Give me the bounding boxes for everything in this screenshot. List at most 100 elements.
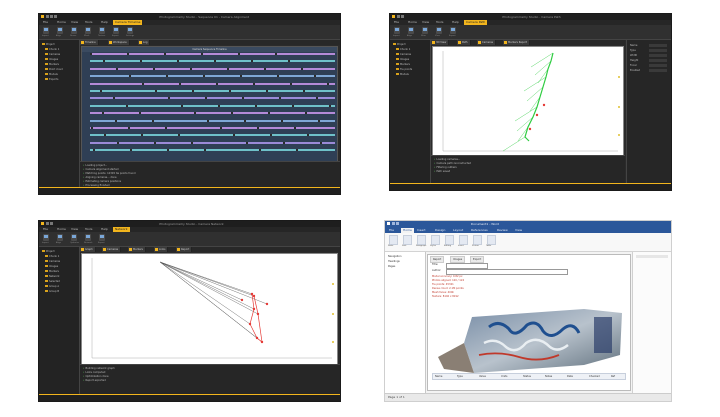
save-icon[interactable] (46, 15, 49, 18)
ribbon-button-view[interactable] (436, 27, 442, 34)
table-header-value[interactable]: Value (479, 374, 486, 379)
document-page[interactable]: Report Images Export Title: Author: Model … (427, 254, 631, 391)
table-header-name[interactable]: Name (435, 374, 442, 379)
ribbon-button-align[interactable] (408, 27, 414, 34)
tree-item-images[interactable]: Images (45, 265, 58, 268)
ribbon-button-optimize[interactable] (71, 234, 77, 241)
doc-tab-markers[interactable]: Markers (128, 247, 146, 252)
ribbon-button-import[interactable] (43, 234, 49, 241)
author-input[interactable] (446, 269, 568, 275)
tree-item-markers[interactable]: Markers (45, 270, 59, 273)
save-icon[interactable] (397, 15, 400, 18)
tree-item-project[interactable]: Project (42, 250, 55, 253)
tree-item-project[interactable]: Project (393, 43, 406, 46)
ribbon-button-export[interactable] (113, 27, 119, 34)
network-node[interactable] (240, 298, 244, 302)
table-header-type[interactable]: Type (457, 374, 463, 379)
doc-tab-cameras[interactable]: Cameras (477, 40, 497, 45)
ribbon-button-filter[interactable] (422, 27, 428, 34)
network-node[interactable] (265, 302, 269, 306)
ribbon-button-paste[interactable] (389, 235, 398, 245)
undo-icon[interactable] (396, 222, 399, 225)
tree-item-network[interactable]: Network (45, 275, 59, 278)
tree-item-point-cloud[interactable]: Point cloud (45, 68, 63, 71)
doc-tab-3d-view[interactable]: 3D View (431, 40, 450, 45)
nav-item-pages[interactable]: Pages (388, 265, 395, 268)
network-node[interactable] (256, 312, 260, 316)
ribbon-button-table[interactable] (487, 235, 496, 245)
doc-tab-workspace[interactable]: Workspace (108, 40, 130, 45)
timeline-view[interactable]: Camera Sequence Timeline (81, 46, 338, 162)
tree-item-models[interactable]: Models (396, 73, 409, 76)
table-header-date[interactable]: Date (567, 374, 573, 379)
tree-item-chunk-1[interactable]: Chunk 1 (45, 48, 59, 51)
property-value[interactable] (649, 54, 667, 57)
doc-tab-report[interactable]: Report (176, 247, 193, 252)
doc-tab-path[interactable]: Path (457, 40, 471, 45)
tree-item-cameras[interactable]: Cameras (45, 260, 60, 263)
network-node[interactable] (250, 292, 254, 296)
doc-tab-markers-report[interactable]: Markers Report (503, 40, 531, 45)
tree-item-models[interactable]: Models (45, 73, 58, 76)
undo-icon[interactable] (50, 15, 53, 18)
ribbon-button-mesh[interactable] (85, 27, 91, 34)
undo-icon[interactable] (50, 222, 53, 225)
doc-tab-cameras[interactable]: Cameras (102, 247, 122, 252)
ribbon-button-export[interactable] (450, 27, 456, 34)
tree-item-markers[interactable]: Markers (396, 63, 410, 66)
property-value[interactable] (649, 44, 667, 47)
redo-icon[interactable] (54, 15, 57, 18)
save-icon[interactable] (392, 222, 395, 225)
table-header-units[interactable]: Units (501, 374, 507, 379)
network-node[interactable] (248, 322, 252, 326)
ribbon-button-texture[interactable] (99, 27, 105, 34)
tree-item-cameras[interactable]: Cameras (396, 53, 411, 56)
ribbon-button-font[interactable] (403, 235, 412, 245)
doc-tab-export[interactable]: Export (470, 256, 485, 263)
tree-item-images[interactable]: Images (396, 58, 409, 61)
network-view[interactable] (81, 253, 338, 365)
tree-item-project[interactable]: Project (42, 43, 55, 46)
tree-item-cameras[interactable]: Cameras (45, 53, 60, 56)
doc-tab-timeline[interactable]: Timeline (80, 40, 99, 45)
undo-icon[interactable] (401, 15, 404, 18)
doc-tab-graph[interactable]: Graph (80, 247, 96, 252)
ribbon-button-import[interactable] (43, 27, 49, 34)
tree-item-group-b[interactable]: Group B (45, 290, 59, 293)
ribbon-button-align[interactable] (57, 27, 63, 34)
network-node[interactable] (252, 307, 256, 311)
ribbon-button-dense[interactable] (71, 27, 77, 34)
table-header-notes[interactable]: Notes (545, 374, 552, 379)
network-node[interactable] (260, 340, 264, 344)
doc-tab-links[interactable]: Links (154, 247, 169, 252)
tree-item-chunk-1[interactable]: Chunk 1 (45, 255, 59, 258)
save-icon[interactable] (46, 222, 49, 225)
property-value[interactable] (649, 59, 667, 62)
tree-item-selected[interactable]: Selected (45, 280, 60, 283)
table-header-ref[interactable]: Ref (611, 374, 615, 379)
tree-item-exports[interactable]: Exports (45, 78, 59, 81)
ribbon-button-styles[interactable] (431, 235, 440, 245)
tree-item-markers[interactable]: Markers (45, 63, 59, 66)
ribbon-button-import[interactable] (394, 27, 400, 34)
ribbon-button-export[interactable] (99, 234, 105, 241)
ribbon-button-editing[interactable] (445, 235, 454, 245)
ribbon-button-insert[interactable] (459, 235, 468, 245)
property-value[interactable] (649, 64, 667, 67)
tree-item-chunk-1[interactable]: Chunk 1 (396, 48, 410, 51)
ribbon-button-settings[interactable] (127, 27, 133, 34)
nav-item-navigation[interactable]: Navigation (388, 255, 401, 258)
table-header-checked[interactable]: Checked (589, 374, 600, 379)
nav-item-headings[interactable]: Headings (388, 260, 400, 263)
ribbon-button-network[interactable] (85, 234, 91, 241)
table-header-status[interactable]: Status (523, 374, 531, 379)
ribbon-button-paragraph[interactable] (417, 235, 426, 245)
doc-tab-images[interactable]: Images (450, 256, 466, 263)
camera-path-view[interactable] (432, 46, 624, 156)
property-value[interactable] (649, 49, 667, 52)
tree-item-group-a[interactable]: Group A (45, 285, 59, 288)
doc-tab-log[interactable]: Log (138, 40, 151, 45)
tree-item-images[interactable]: Images (45, 58, 58, 61)
property-value[interactable] (649, 69, 667, 72)
doc-tab-report[interactable]: Report (430, 256, 445, 263)
